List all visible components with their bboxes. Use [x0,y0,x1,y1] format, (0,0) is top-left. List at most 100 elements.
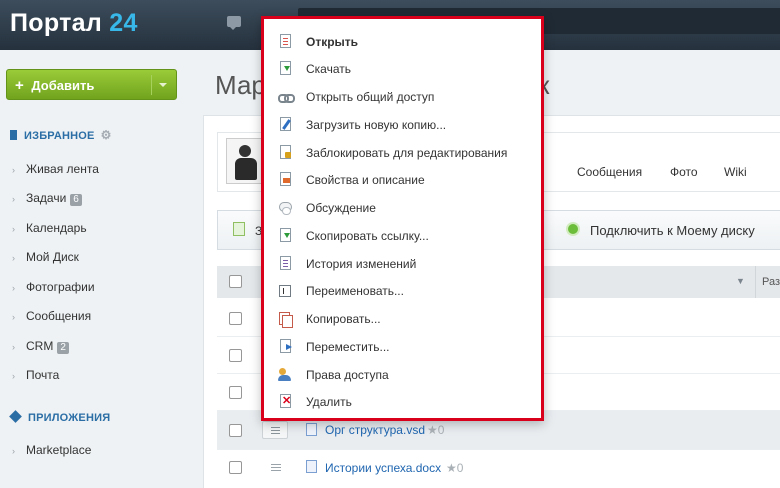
add-button-separator [151,75,152,95]
tab-photos[interactable]: Фото [670,165,698,179]
row-checkbox[interactable] [229,386,242,399]
sidebar-item-crm[interactable]: › CRM 2 [12,339,69,354]
row-checkbox[interactable] [229,312,242,325]
history-icon [280,256,291,270]
sidebar-item-photos[interactable]: › Фотографии [12,280,95,294]
sidebar-item-label: Marketplace [26,443,92,457]
menu-item-move[interactable]: Переместить... [278,336,540,360]
move-icon [280,339,292,353]
logo-text: Портал [10,9,103,37]
menu-item-upload-new-version[interactable]: Загрузить новую копию... [278,114,540,138]
menu-item-lock[interactable]: Заблокировать для редактирования [278,142,540,166]
row-menu-button[interactable] [271,464,281,472]
row-checkbox[interactable] [229,461,242,474]
messenger-icon[interactable] [227,16,241,30]
menu-item-open[interactable]: Открыть [278,31,540,55]
sidebar-item-label: Сообщения [26,309,92,323]
sidebar-item-label: Живая лента [26,162,99,176]
star-icon: ★ [446,461,457,475]
row-checkbox[interactable] [229,349,242,362]
visio-file-icon [306,423,317,436]
sidebar-item-messages[interactable]: › Сообщения [12,309,91,323]
bullet-icon: › [12,342,15,352]
select-all-checkbox[interactable] [229,275,242,288]
chevron-down-icon[interactable] [159,83,167,91]
menu-item-discussion[interactable]: Обсуждение [278,197,540,221]
tab-wiki[interactable]: Wiki [724,165,747,179]
menu-item-copy[interactable]: Копировать... [278,308,540,332]
bullet-icon: › [12,283,15,293]
tasks-count-badge: 6 [70,194,82,206]
menu-item-rename[interactable]: Переименовать... [278,280,540,304]
menu-item-copy-link[interactable]: Скопировать ссылку... [278,225,540,249]
menu-item-share[interactable]: Открыть общий доступ [278,86,540,110]
access-rights-icon [278,367,292,382]
properties-icon [280,172,291,186]
sidebar-item-label: Календарь [26,221,87,235]
delete-icon [280,394,291,408]
apps-label: ПРИЛОЖЕНИЯ [28,412,111,424]
menu-item-history[interactable]: История изменений [278,253,540,277]
gear-icon[interactable]: ⚙ [101,128,112,142]
discussion-icon [278,200,292,215]
rating[interactable]: ★0 [446,461,463,475]
connect-drive-button[interactable]: Подключить к Моему диску [590,223,755,238]
logo-number: 24 [109,9,138,37]
sidebar-item-my-drive[interactable]: › Мой Диск [12,250,79,264]
drive-connect-icon[interactable] [566,222,580,236]
add-button-label: Добавить [31,78,95,93]
bullet-icon: › [12,253,15,263]
plus-icon: + [15,77,24,94]
portal-logo[interactable]: Портал 24 [10,9,138,38]
bullet-icon: › [12,312,15,322]
bullet-icon: › [12,224,15,234]
group-avatar[interactable] [226,138,266,184]
sidebar-item-label: CRM [26,339,54,353]
sidebar-item-label: Почта [26,368,60,382]
favorites-label: ИЗБРАННОЕ [24,130,95,142]
sidebar-item-label: Мой Диск [26,250,79,264]
bullet-icon: › [12,194,15,204]
sidebar-item-label: Фотографии [26,280,95,294]
sidebar-item-marketplace[interactable]: › Marketplace [12,443,91,457]
document-icon [280,34,291,48]
menu-item-properties[interactable]: Свойства и описание [278,169,540,193]
file-link[interactable]: Истории успеха.docx [325,461,441,475]
page-title: Мар [215,70,266,100]
add-button[interactable]: + Добавить [6,69,177,100]
menu-item-delete[interactable]: Удалить [278,391,540,415]
download-icon [280,61,291,75]
menu-item-download[interactable]: Скачать [278,58,540,82]
column-separator [755,266,756,298]
file-link[interactable]: Орг структура.vsd [325,423,425,437]
row-checkbox[interactable] [229,424,242,437]
rating[interactable]: ★0 [427,423,444,437]
bullet-icon: › [12,446,15,456]
sidebar-item-label: Задачи [26,191,67,205]
link-icon [278,89,295,104]
menu-item-access-rights[interactable]: Права доступа [278,364,540,388]
file-context-menu: Открыть Скачать Открыть общий доступ Заг… [261,16,544,421]
sidebar-item-calendar[interactable]: › Календарь [12,221,87,235]
sidebar-item-tasks[interactable]: › Задачи 6 [12,191,82,206]
star-icon: ★ [427,423,438,437]
upload-file-icon[interactable] [233,222,245,236]
row-divider [217,449,780,450]
sidebar-item-feed[interactable]: › Живая лента [12,162,99,176]
favorites-section-header[interactable]: ИЗБРАННОЕ ⚙ [10,128,112,142]
sidebar-item-mail[interactable]: › Почта [12,368,59,382]
column-header-size[interactable]: Разм [762,276,780,288]
rename-icon [279,285,291,297]
bookmark-icon [10,130,17,140]
apps-section-header[interactable]: ПРИЛОЖЕНИЯ [9,410,111,424]
lock-icon [280,145,291,159]
left-sidebar: + Добавить ИЗБРАННОЕ ⚙ › Живая лента › Зада… [0,50,200,488]
tab-messages[interactable]: Сообщения [577,165,642,179]
chevron-down-icon[interactable]: ▼ [736,276,745,286]
crm-count-badge: 2 [57,342,69,354]
bullet-icon: › [12,165,15,175]
person-body-icon [235,158,257,180]
copy-icon [278,311,293,328]
row-menu-button[interactable] [262,421,288,439]
apps-cube-icon [9,410,22,423]
